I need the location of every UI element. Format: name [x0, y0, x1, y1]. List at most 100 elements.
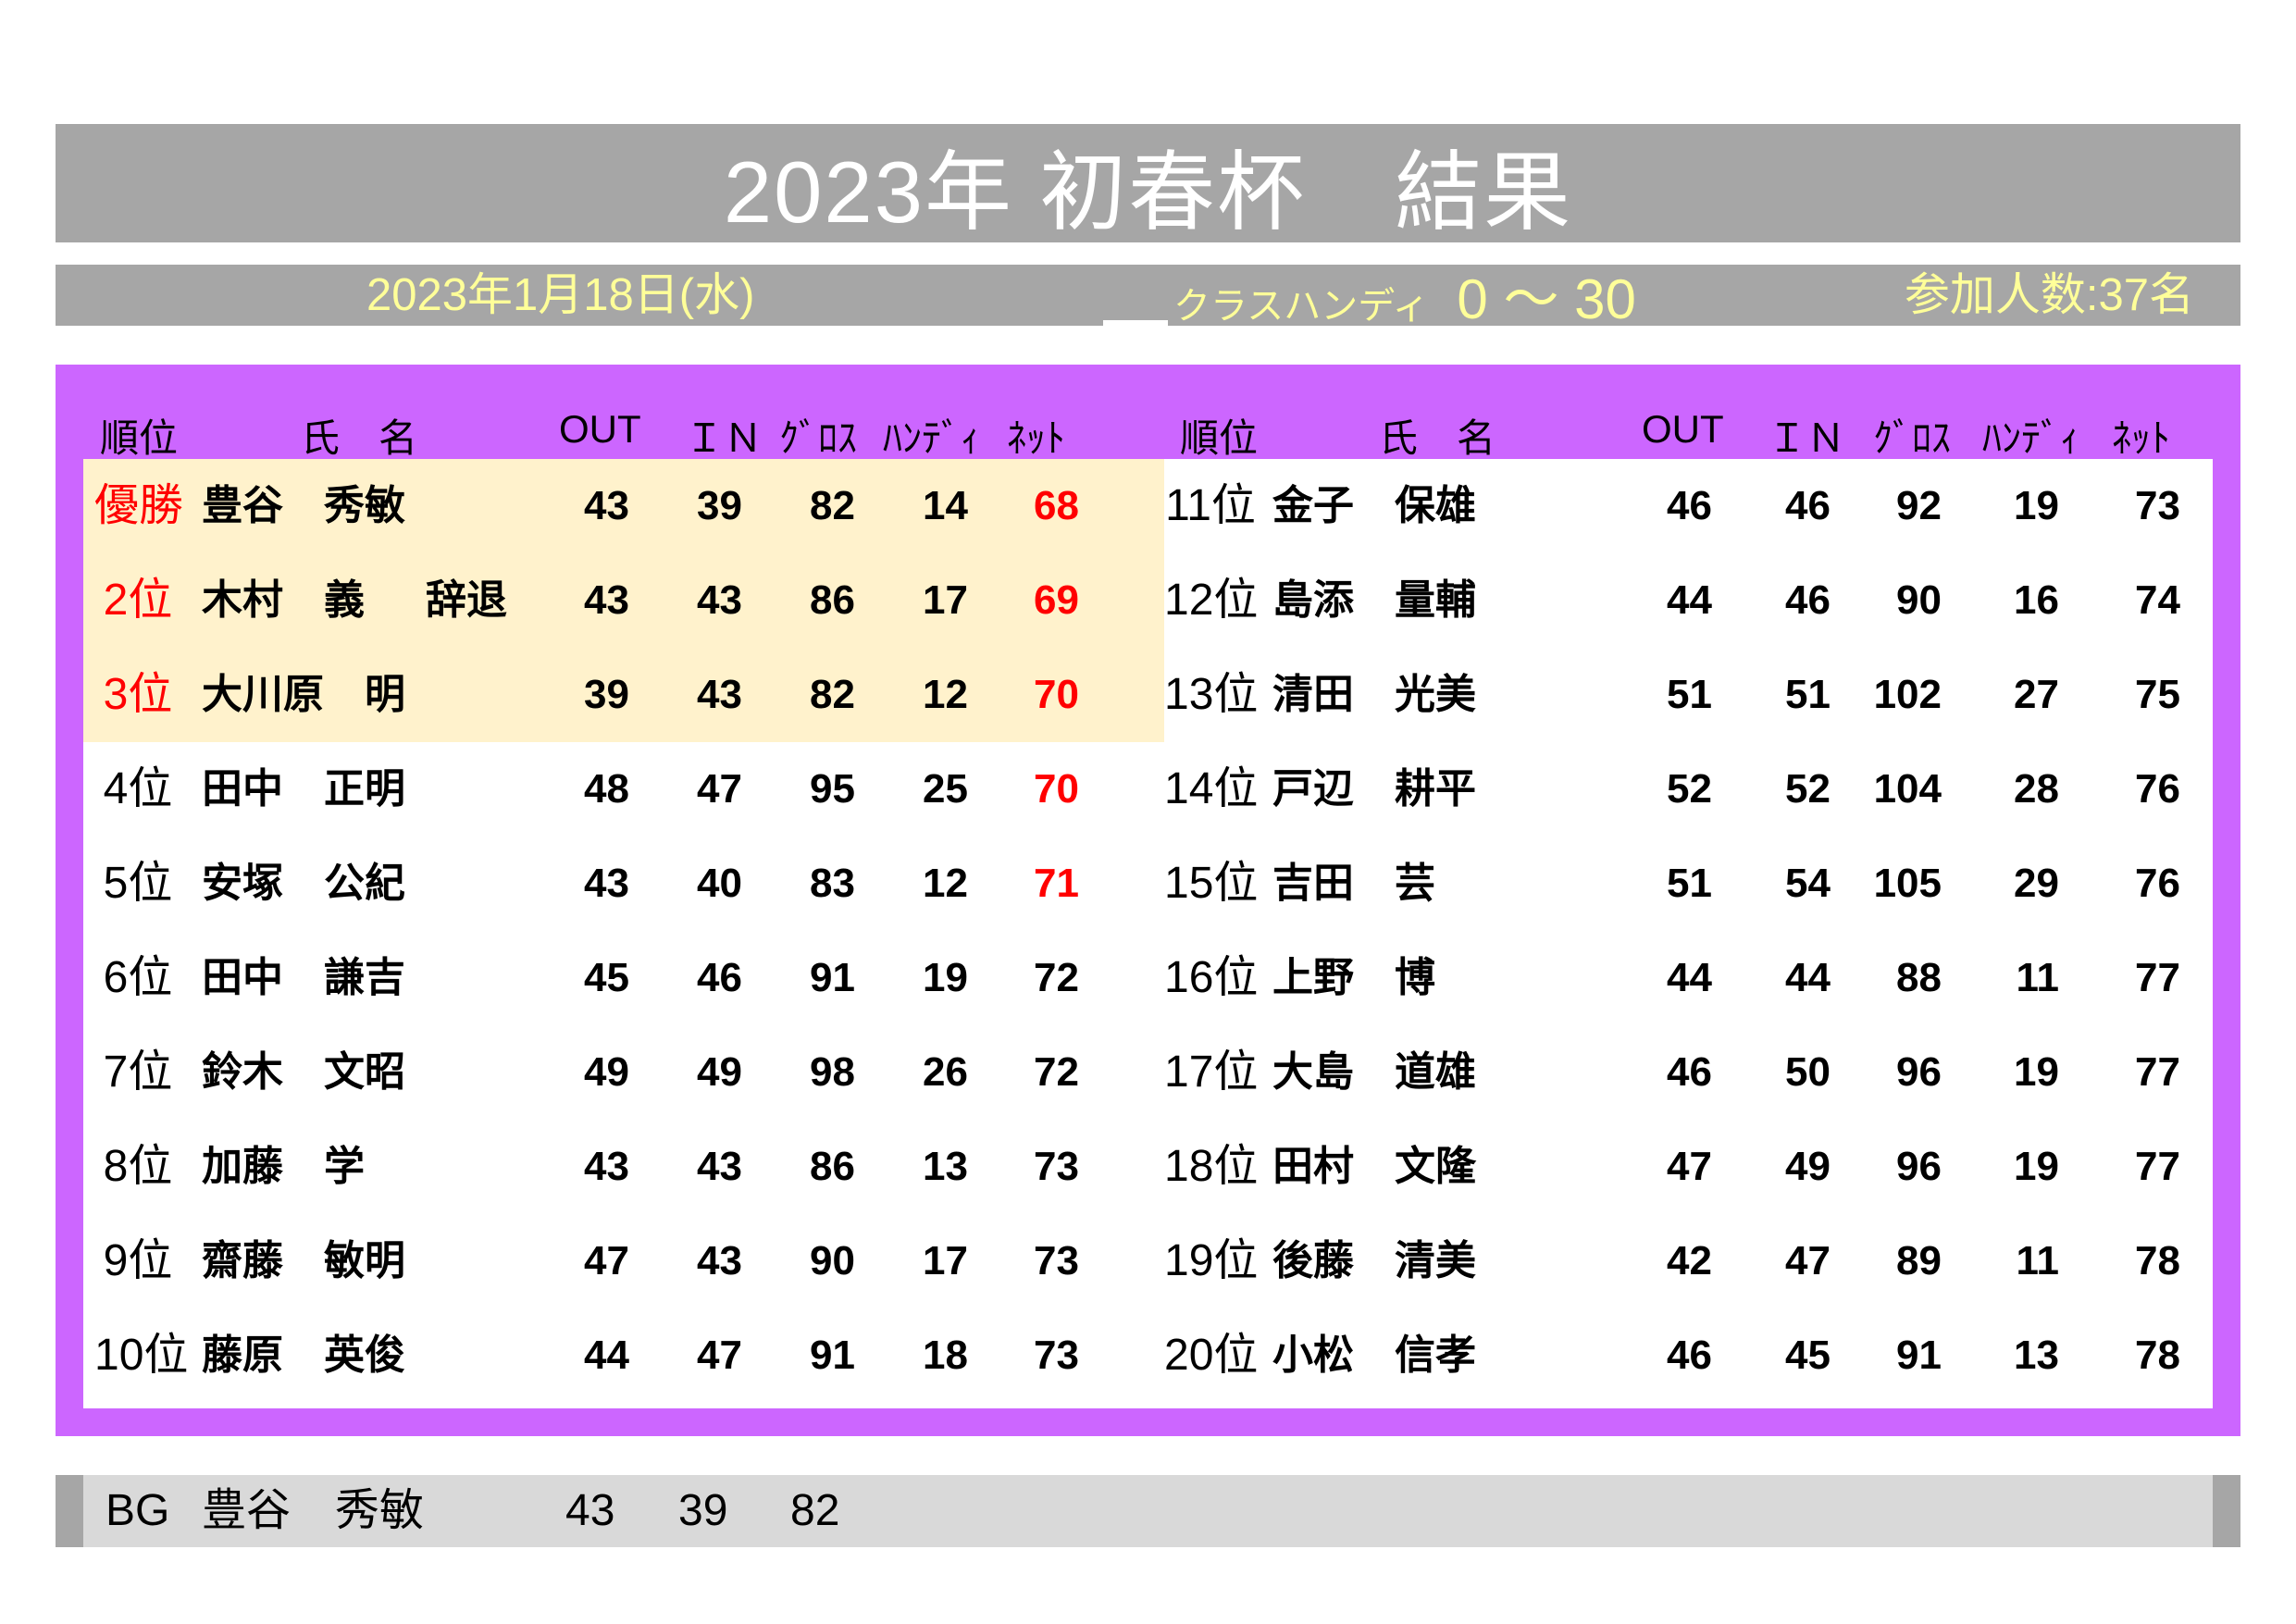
- header-net-left: ﾈｯﾄ: [1007, 416, 1066, 460]
- header-rank-left: 順位: [100, 416, 179, 460]
- net-score: 76: [2135, 766, 2180, 812]
- divider: [1103, 320, 1168, 326]
- in-score: 49: [1785, 1144, 1831, 1189]
- event-date: 2023年1月18日(水): [366, 270, 755, 320]
- gross-score: 90: [1896, 577, 1942, 623]
- header-handicap-right: ﾊﾝﾃﾞｨ: [1982, 416, 2080, 460]
- rank-cell: 12位: [1164, 576, 1259, 625]
- participant-count: 参加人数:37名: [1904, 270, 2194, 320]
- header-out-left: OUT: [559, 407, 641, 451]
- bar-edge-left: [56, 1475, 83, 1547]
- player-name: 金子 保雄: [1272, 483, 1476, 528]
- in-score: 51: [1785, 672, 1831, 717]
- gross-score: 92: [1896, 483, 1942, 528]
- table-row: 13位 清田 光美 51 51 102 27 75: [83, 648, 2213, 742]
- net-score: 75: [2135, 672, 2180, 717]
- table-row: 16位 上野 博 44 44 88 11 77: [83, 931, 2213, 1025]
- table-row: 19位 後藤 清美 42 47 89 11 78: [83, 1214, 2213, 1308]
- page-title: 2023年 初春杯 結果: [723, 143, 1573, 241]
- results-table: 優勝 豊谷 秀敏 43 39 82 14 68 2位 木村 義辞退 43 43 86 17 69 3位 大川原…: [83, 459, 2213, 1408]
- handicap-value: 28: [2014, 766, 2059, 812]
- table-row: 12位 島添 量輔 44 46 90 16 74: [83, 553, 2213, 648]
- bar-edge-right: [2213, 1475, 2240, 1547]
- out-score: 47: [1667, 1144, 1712, 1189]
- handicap-value: 27: [2014, 672, 2059, 717]
- gross-score: 88: [1896, 955, 1942, 1000]
- net-score: 76: [2135, 861, 2180, 906]
- net-score: 77: [2135, 1049, 2180, 1095]
- header-rank-right: 順位: [1180, 416, 1259, 460]
- header-gross-right: ｸﾞﾛｽ: [1873, 416, 1952, 460]
- net-score: 77: [2135, 1144, 2180, 1189]
- header-handicap-left: ﾊﾝﾃﾞｨ: [883, 416, 981, 460]
- table-row: 17位 大島 道雄 46 50 96 19 77: [83, 1025, 2213, 1120]
- header-in-right: ＩＮ: [1768, 416, 1846, 460]
- gross-score: 104: [1873, 766, 1942, 812]
- handicap-value: 16: [2014, 577, 2059, 623]
- header-out-right: OUT: [1642, 407, 1724, 451]
- out-score: 52: [1667, 766, 1712, 812]
- handicap-value: 29: [2014, 861, 2059, 906]
- rank-cell: 13位: [1164, 670, 1259, 719]
- in-score: 44: [1785, 955, 1831, 1000]
- rank-cell: 17位: [1164, 1048, 1259, 1097]
- player-name: 島添 量輔: [1272, 577, 1476, 623]
- best-gross-out: 43: [565, 1486, 615, 1535]
- best-gross-name: 豊谷 秀敏: [202, 1486, 425, 1535]
- info-bar: 2023年1月18日(水) クラスハンディ 0 ～ 30 参加人数:37名: [56, 265, 2240, 330]
- header-name-left: 氏 名: [301, 416, 418, 460]
- player-name: 大島 道雄: [1272, 1049, 1476, 1095]
- gross-score: 96: [1896, 1144, 1942, 1189]
- table-row: 14位 戸辺 耕平 52 52 104 28 76: [83, 742, 2213, 837]
- rank-cell: 14位: [1164, 764, 1259, 813]
- table-row: 20位 小松 信孝 46 45 91 13 78: [83, 1308, 2213, 1403]
- player-name: 清田 光美: [1272, 672, 1476, 717]
- header-in-left: ＩＮ: [685, 416, 763, 460]
- handicap-value: 13: [2014, 1333, 2059, 1378]
- out-score: 51: [1667, 672, 1712, 717]
- table-row: 18位 田村 文隆 47 49 96 19 77: [83, 1120, 2213, 1214]
- rank-cell: 15位: [1164, 859, 1259, 908]
- out-score: 46: [1667, 1049, 1712, 1095]
- best-gross-in: 39: [678, 1486, 728, 1535]
- in-score: 46: [1785, 483, 1831, 528]
- gross-score: 102: [1873, 672, 1942, 717]
- handicap-value: 19: [2014, 1144, 2059, 1189]
- rank-cell: 19位: [1164, 1236, 1259, 1285]
- in-score: 50: [1785, 1049, 1831, 1095]
- handicap-value: 19: [2014, 483, 2059, 528]
- class-handicap-range: 0 ～ 30: [1457, 268, 1636, 330]
- handicap-value: 19: [2014, 1049, 2059, 1095]
- net-score: 77: [2135, 955, 2180, 1000]
- handicap-value: 11: [2016, 955, 2059, 1000]
- best-gross-bar: BG 豊谷 秀敏 43 39 82: [56, 1475, 2240, 1547]
- rank-cell: 20位: [1164, 1331, 1259, 1380]
- player-name: 後藤 清美: [1272, 1238, 1476, 1283]
- player-name: 吉田 芸: [1272, 861, 1435, 906]
- handicap-value: 11: [2016, 1238, 2059, 1283]
- results-frame: 順位 氏 名 OUT ＩＮ ｸﾞﾛｽ ﾊﾝﾃﾞｨ ﾈｯﾄ 順位 氏 名 OUT …: [56, 365, 2240, 1436]
- rank-cell: 18位: [1164, 1142, 1259, 1191]
- in-score: 52: [1785, 766, 1831, 812]
- player-name: 上野 博: [1272, 955, 1435, 1000]
- gross-score: 89: [1896, 1238, 1942, 1283]
- header-net-right: ﾈｯﾄ: [2112, 416, 2171, 460]
- out-score: 42: [1667, 1238, 1712, 1283]
- class-handicap-label: クラスハンディ: [1173, 286, 1430, 327]
- out-score: 44: [1667, 955, 1712, 1000]
- best-gross-label: BG: [105, 1486, 170, 1535]
- table-row: 11位 金子 保雄 46 46 92 19 73: [83, 459, 2213, 553]
- rank-cell: 11位: [1165, 481, 1256, 530]
- net-score: 74: [2135, 577, 2180, 623]
- player-name: 田村 文隆: [1272, 1144, 1476, 1189]
- net-score: 73: [2135, 483, 2180, 528]
- out-score: 46: [1667, 1333, 1712, 1378]
- out-score: 44: [1667, 577, 1712, 623]
- net-score: 78: [2135, 1333, 2180, 1378]
- in-score: 45: [1785, 1333, 1831, 1378]
- in-score: 46: [1785, 577, 1831, 623]
- net-score: 78: [2135, 1238, 2180, 1283]
- rank-cell: 16位: [1164, 953, 1259, 1002]
- best-gross-total: 82: [790, 1486, 840, 1535]
- in-score: 47: [1785, 1238, 1831, 1283]
